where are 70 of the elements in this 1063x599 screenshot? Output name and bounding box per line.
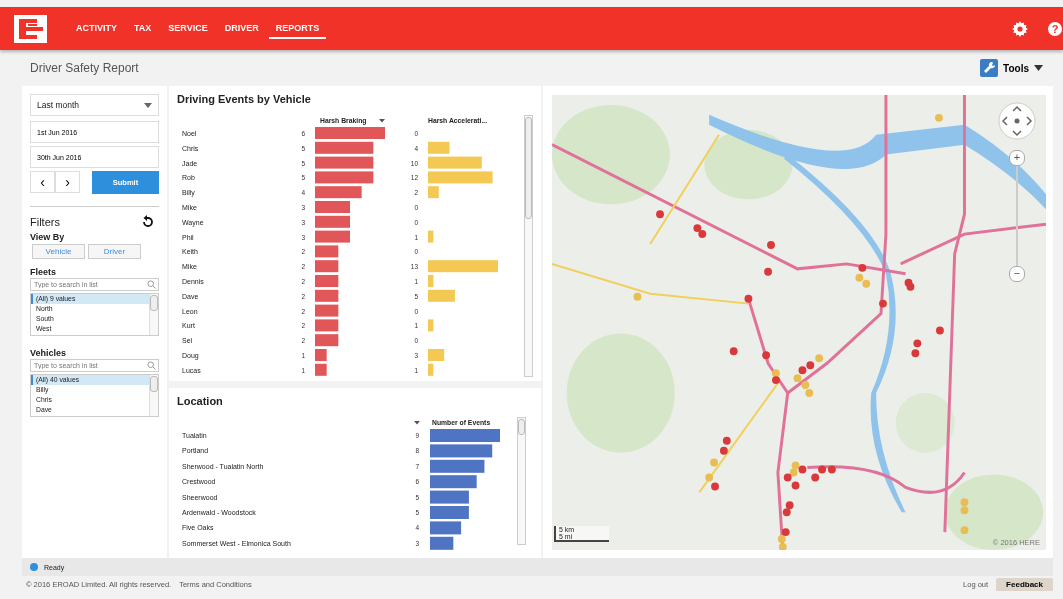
bar xyxy=(315,186,362,199)
bar xyxy=(430,459,485,473)
scrollbar[interactable] xyxy=(517,417,526,545)
bar xyxy=(430,490,469,504)
bar xyxy=(428,186,439,199)
caret-icon xyxy=(144,102,152,108)
scrollbar[interactable] xyxy=(149,294,158,335)
bar xyxy=(428,363,434,376)
sort-icon[interactable] xyxy=(379,119,385,123)
panel-title: Driving Events by Vehicle xyxy=(177,93,312,105)
bar xyxy=(315,304,339,317)
list-heading: Vehicles xyxy=(30,348,68,358)
bar xyxy=(428,260,498,273)
wrench-icon xyxy=(980,59,999,77)
bar xyxy=(315,201,350,213)
bar xyxy=(430,475,477,489)
bar xyxy=(430,521,462,535)
tools-button[interactable]: Tools xyxy=(974,58,1049,78)
period-dropdown[interactable]: Last month xyxy=(30,94,159,116)
bar xyxy=(315,349,327,361)
scrollbar[interactable] xyxy=(149,375,158,416)
sort-icon[interactable] xyxy=(414,421,420,425)
bar xyxy=(428,349,445,361)
bar xyxy=(315,141,374,154)
view-by-label: View By xyxy=(30,232,66,242)
feedback-button[interactable]: Feedback xyxy=(996,578,1053,591)
bar xyxy=(315,230,350,243)
nav-tab[interactable]: ACTIVITY xyxy=(69,18,124,39)
bar xyxy=(428,171,493,184)
bar xyxy=(315,289,339,302)
bar xyxy=(428,230,434,243)
panel-title: Location xyxy=(177,395,224,407)
bar xyxy=(428,275,434,287)
bar xyxy=(430,506,469,519)
bar xyxy=(315,171,374,184)
bar xyxy=(428,141,450,154)
bar xyxy=(315,127,385,139)
logo-icon[interactable] xyxy=(14,14,47,43)
settings-icon[interactable] xyxy=(1012,20,1028,37)
nav-tab[interactable]: DRIVER xyxy=(217,18,266,39)
nav-tab[interactable]: SERVICE xyxy=(161,18,215,39)
bar xyxy=(428,156,482,169)
bar xyxy=(428,289,455,302)
bar xyxy=(315,260,339,273)
bar xyxy=(430,429,500,442)
bar xyxy=(315,334,339,347)
scrollbar[interactable] xyxy=(524,115,533,377)
reset-icon[interactable] xyxy=(141,215,155,229)
caret-icon xyxy=(1034,65,1043,71)
previous-button[interactable]: ‹ xyxy=(30,171,55,193)
bar xyxy=(428,319,434,332)
next-button[interactable]: › xyxy=(55,171,80,193)
nav-tab[interactable]: REPORTS xyxy=(268,18,327,39)
bar xyxy=(315,363,327,376)
bar xyxy=(430,536,454,550)
list-heading: Fleets xyxy=(30,267,57,277)
bar xyxy=(315,275,339,287)
filters-heading: Filters xyxy=(30,216,60,228)
bar xyxy=(315,245,339,258)
search-icon xyxy=(147,280,156,289)
pan-control-icon[interactable] xyxy=(998,102,1036,140)
page-title: Driver Safety Report xyxy=(30,61,139,75)
bar xyxy=(315,156,374,169)
search-icon xyxy=(147,361,156,370)
nav-tab[interactable]: TAX xyxy=(127,18,159,39)
help-button[interactable]: ? xyxy=(1048,21,1062,36)
status-dot-icon xyxy=(30,563,38,571)
bar xyxy=(315,215,350,228)
bar xyxy=(315,319,339,332)
bar xyxy=(430,444,493,458)
